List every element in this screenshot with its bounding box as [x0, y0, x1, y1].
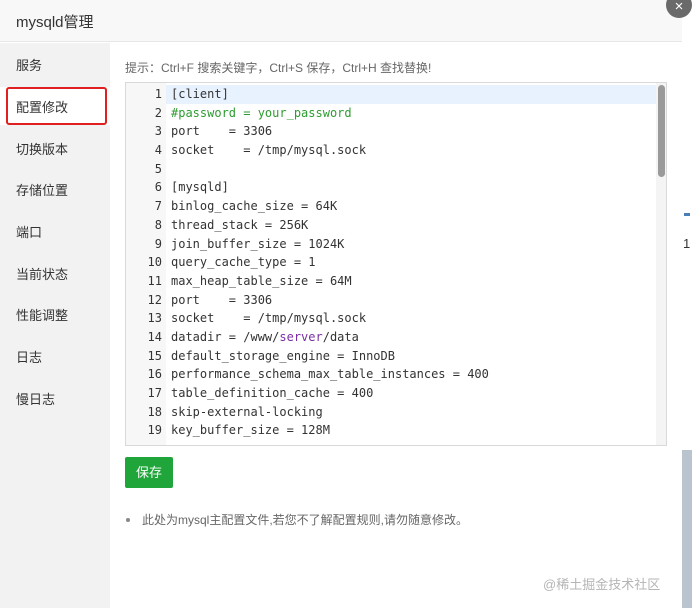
config-note: 此处为mysql主配置文件,若您不了解配置规则,请勿随意修改。 [126, 511, 468, 528]
line-number: 13 [147, 311, 162, 326]
line-text: query_cache_type = 1 [171, 255, 316, 270]
line-number: 11 [147, 273, 162, 288]
line-number: 7 [154, 199, 162, 214]
line-number: 9 [154, 236, 162, 251]
line-number: 10 [147, 255, 162, 270]
line-number: 5 [154, 161, 162, 176]
scrollbar-thumb[interactable] [658, 85, 665, 177]
line-number: 15 [147, 348, 162, 363]
code-line: 3 port = 3306 [126, 122, 272, 141]
code-line: 17 table_definition_cache = 400 [126, 384, 374, 403]
line-text: socket = /tmp/mysql.sock [171, 311, 367, 326]
line-number: 18 [147, 404, 162, 419]
line-text: default_storage_engine = InnoDB [171, 348, 395, 363]
code-line: 1 [client] [126, 85, 229, 104]
line-text: #password = your_password [171, 105, 352, 120]
line-text: port = 3306 [171, 292, 273, 307]
save-button[interactable]: 保存 [125, 457, 173, 488]
code-line: 10 query_cache_type = 1 [126, 253, 316, 272]
active-line-highlight [166, 85, 656, 104]
line-text-part: /data [322, 329, 359, 344]
bullet-icon [126, 518, 130, 522]
line-text: port = 3306 [171, 124, 273, 139]
code-line: 8 thread_stack = 256K [126, 216, 309, 235]
editor-hint: 提示：Ctrl+F 搜索关键字，Ctrl+S 保存，Ctrl+H 查找替换! [125, 61, 432, 75]
code-lines[interactable]: 1 [client] 2 #password = your_password 3 po… [126, 85, 489, 440]
config-note-text: 此处为mysql主配置文件,若您不了解配置规则,请勿随意修改。 [142, 513, 469, 527]
background-mark [684, 213, 690, 216]
line-text: skip-external-locking [171, 404, 323, 419]
sidebar-item-performance[interactable]: 性能调整 [16, 305, 68, 324]
line-text: performance_schema_max_table_instances =… [171, 367, 489, 382]
mysqld-dialog: mysqld管理 服务 配置修改 切换版本 存储位置 端口 当前状态 性能调整 … [0, 0, 682, 608]
code-line: 9 join_buffer_size = 1024K [126, 235, 345, 254]
line-text: max_heap_table_size = 64M [171, 273, 352, 288]
dialog-title: mysqld管理 [16, 14, 94, 31]
background-digit: 1 [683, 236, 691, 251]
line-number: 4 [154, 143, 162, 158]
sidebar-item-slow-log[interactable]: 慢日志 [16, 389, 55, 408]
line-text: key_buffer_size = 128M [171, 423, 330, 438]
line-text: join_buffer_size = 1024K [171, 236, 345, 251]
sidebar-item-service[interactable]: 服务 [16, 55, 42, 74]
line-number: 8 [154, 217, 162, 232]
line-number: 3 [154, 124, 162, 139]
line-number: 1 [154, 87, 162, 101]
line-number: 6 [154, 180, 162, 195]
highlight-box [6, 87, 107, 125]
code-line: 18 skip-external-locking [126, 403, 323, 422]
line-number: 16 [147, 367, 162, 382]
sidebar-item-status[interactable]: 当前状态 [16, 264, 68, 283]
line-text: table_definition_cache = 400 [171, 386, 374, 400]
editor-scrollbar[interactable] [656, 83, 666, 445]
code-line: 12 port = 3306 [126, 291, 273, 310]
line-text: datadir = /www/server/data [171, 328, 359, 347]
line-number: 17 [147, 386, 162, 400]
code-line: 16 performance_schema_max_table_instances… [126, 365, 489, 384]
line-text: thread_stack = 256K [171, 217, 309, 232]
background-strip [682, 450, 692, 608]
code-line: 2 #password = your_password [126, 104, 352, 123]
watermark: @稀土掘金技术社区 [543, 577, 661, 592]
line-text: [client] [171, 87, 229, 101]
close-glyph: × [674, 0, 684, 15]
sidebar-item-log[interactable]: 日志 [16, 347, 42, 366]
code-line: 13 socket = /tmp/mysql.sock [126, 309, 367, 328]
code-line: 11 max_heap_table_size = 64M [126, 272, 352, 291]
sidebar-item-port[interactable]: 端口 [16, 222, 42, 241]
line-keyword: server [279, 329, 323, 344]
line-number: 19 [147, 423, 162, 438]
line-number: 2 [154, 105, 162, 120]
code-line: 6 [mysqld] [126, 178, 229, 197]
sidebar-item-version[interactable]: 切换版本 [16, 139, 68, 158]
code-line: 5 [126, 160, 162, 179]
config-editor[interactable]: 1 [client] 2 #password = your_password 3 po… [125, 82, 667, 446]
line-number: 12 [147, 292, 162, 307]
code-line: 7 binlog_cache_size = 64K [126, 197, 337, 216]
code-line: 15 default_storage_engine = InnoDB [126, 347, 395, 366]
line-text: socket = /tmp/mysql.sock [171, 143, 367, 158]
line-text: [mysqld] [171, 180, 229, 195]
line-text-part: datadir = /www/ [171, 329, 280, 344]
line-text: binlog_cache_size = 64K [171, 199, 338, 214]
line-number: 14 [147, 329, 162, 344]
dialog-title-bar: mysqld管理 [0, 0, 682, 42]
sidebar-item-storage[interactable]: 存储位置 [16, 180, 68, 199]
code-line: 4 socket = /tmp/mysql.sock [126, 141, 366, 160]
sidebar: 服务 配置修改 切换版本 存储位置 端口 当前状态 性能调整 日志 慢日志 [0, 43, 110, 608]
code-line: 19 key_buffer_size = 128M [126, 421, 330, 440]
code-line: 14 datadir = /www/server/data [126, 328, 359, 347]
